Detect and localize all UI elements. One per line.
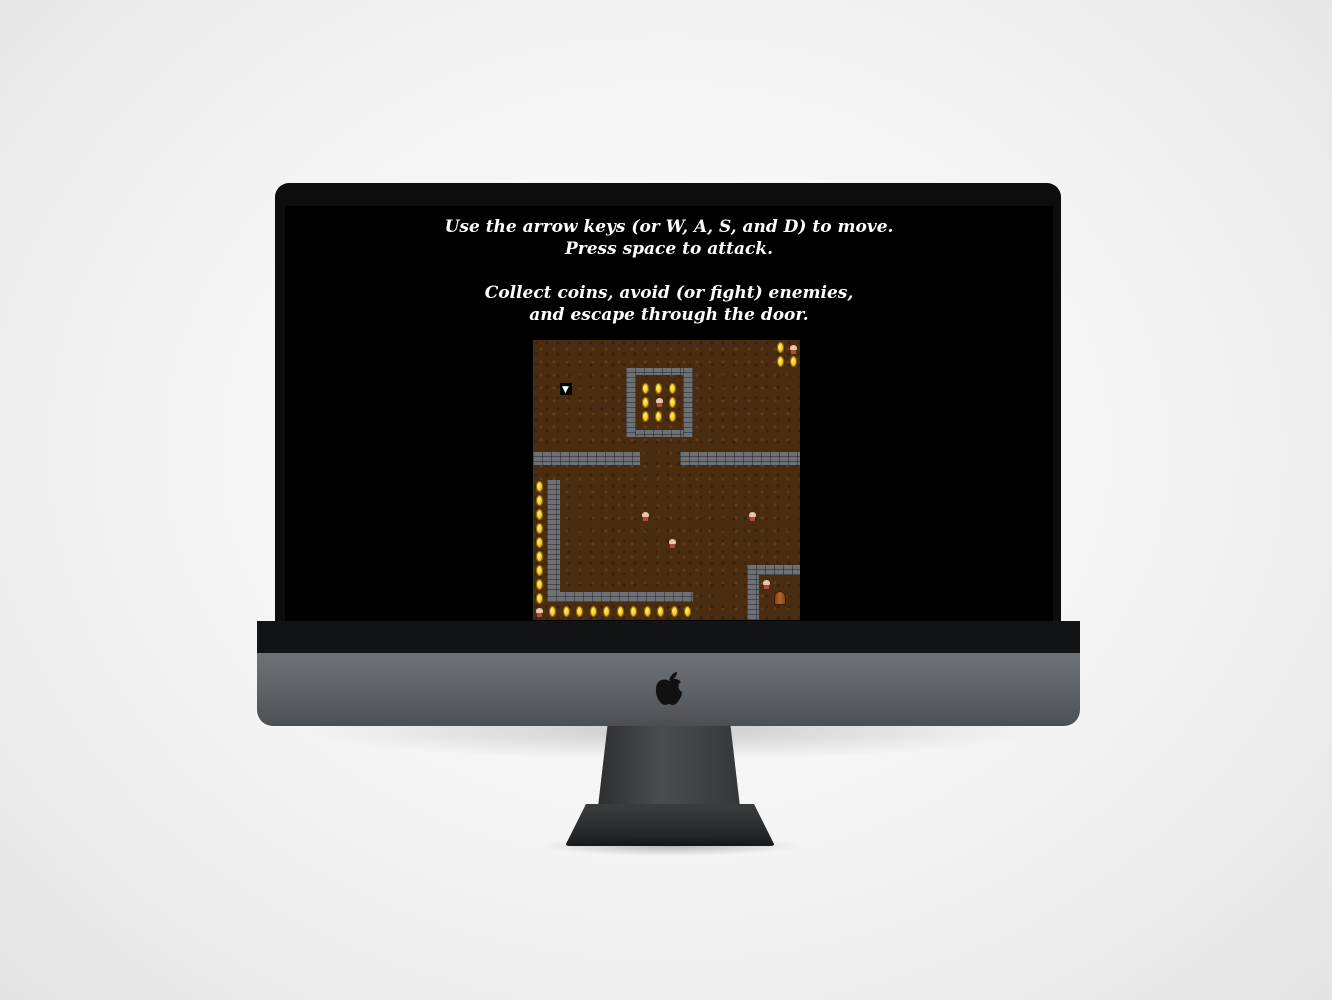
coin (655, 383, 662, 394)
enemy (668, 539, 677, 548)
coin (655, 411, 662, 422)
apple-logo-icon (655, 672, 682, 705)
coin (777, 342, 784, 353)
instruction-escape: and escape through the door. (529, 305, 809, 325)
coin (684, 606, 691, 617)
coin (536, 579, 543, 590)
coin (630, 606, 637, 617)
coin (536, 495, 543, 506)
coin (777, 356, 784, 367)
coin (536, 481, 543, 492)
enemy (655, 398, 664, 407)
coin (669, 411, 676, 422)
wall (683, 368, 693, 437)
game-canvas[interactable]: ▼ (533, 340, 800, 620)
coin (536, 551, 543, 562)
triangle-down-icon: ▼ (562, 385, 569, 395)
coin (642, 383, 649, 394)
coin (536, 523, 543, 534)
coin (642, 397, 649, 408)
coin (644, 606, 651, 617)
coin (617, 606, 624, 617)
enemy (535, 608, 544, 617)
coin (536, 565, 543, 576)
monitor-bezel-bottom (257, 621, 1080, 653)
wall (747, 565, 759, 620)
coin (790, 356, 797, 367)
wall (626, 368, 636, 437)
enemy (762, 580, 771, 589)
monitor: Use the arrow keys (or W, A, S, and D) t… (257, 183, 1080, 726)
coin (536, 509, 543, 520)
instruction-goal: Collect coins, avoid (or fight) enemies, (484, 283, 854, 303)
coin (536, 537, 543, 548)
wall (547, 592, 693, 602)
coin (669, 383, 676, 394)
coin (642, 411, 649, 422)
coin (657, 606, 664, 617)
wall (547, 480, 560, 600)
screen: Use the arrow keys (or W, A, S, and D) t… (285, 206, 1053, 621)
enemy (641, 512, 650, 521)
coin (563, 606, 570, 617)
instructions: Use the arrow keys (or W, A, S, and D) t… (285, 216, 1053, 326)
coin (590, 606, 597, 617)
coin (576, 606, 583, 617)
coin (549, 606, 556, 617)
exit-door (774, 591, 786, 605)
enemy (748, 512, 757, 521)
coin (603, 606, 610, 617)
instruction-move: Use the arrow keys (or W, A, S, and D) t… (444, 217, 894, 237)
coin (671, 606, 678, 617)
stand-shadow (540, 836, 800, 856)
instruction-attack: Press space to attack. (564, 239, 774, 259)
wall (533, 452, 640, 465)
coin (536, 593, 543, 604)
enemy (789, 345, 798, 354)
player: ▼ (560, 383, 572, 395)
coin (669, 397, 676, 408)
wall (680, 452, 800, 465)
